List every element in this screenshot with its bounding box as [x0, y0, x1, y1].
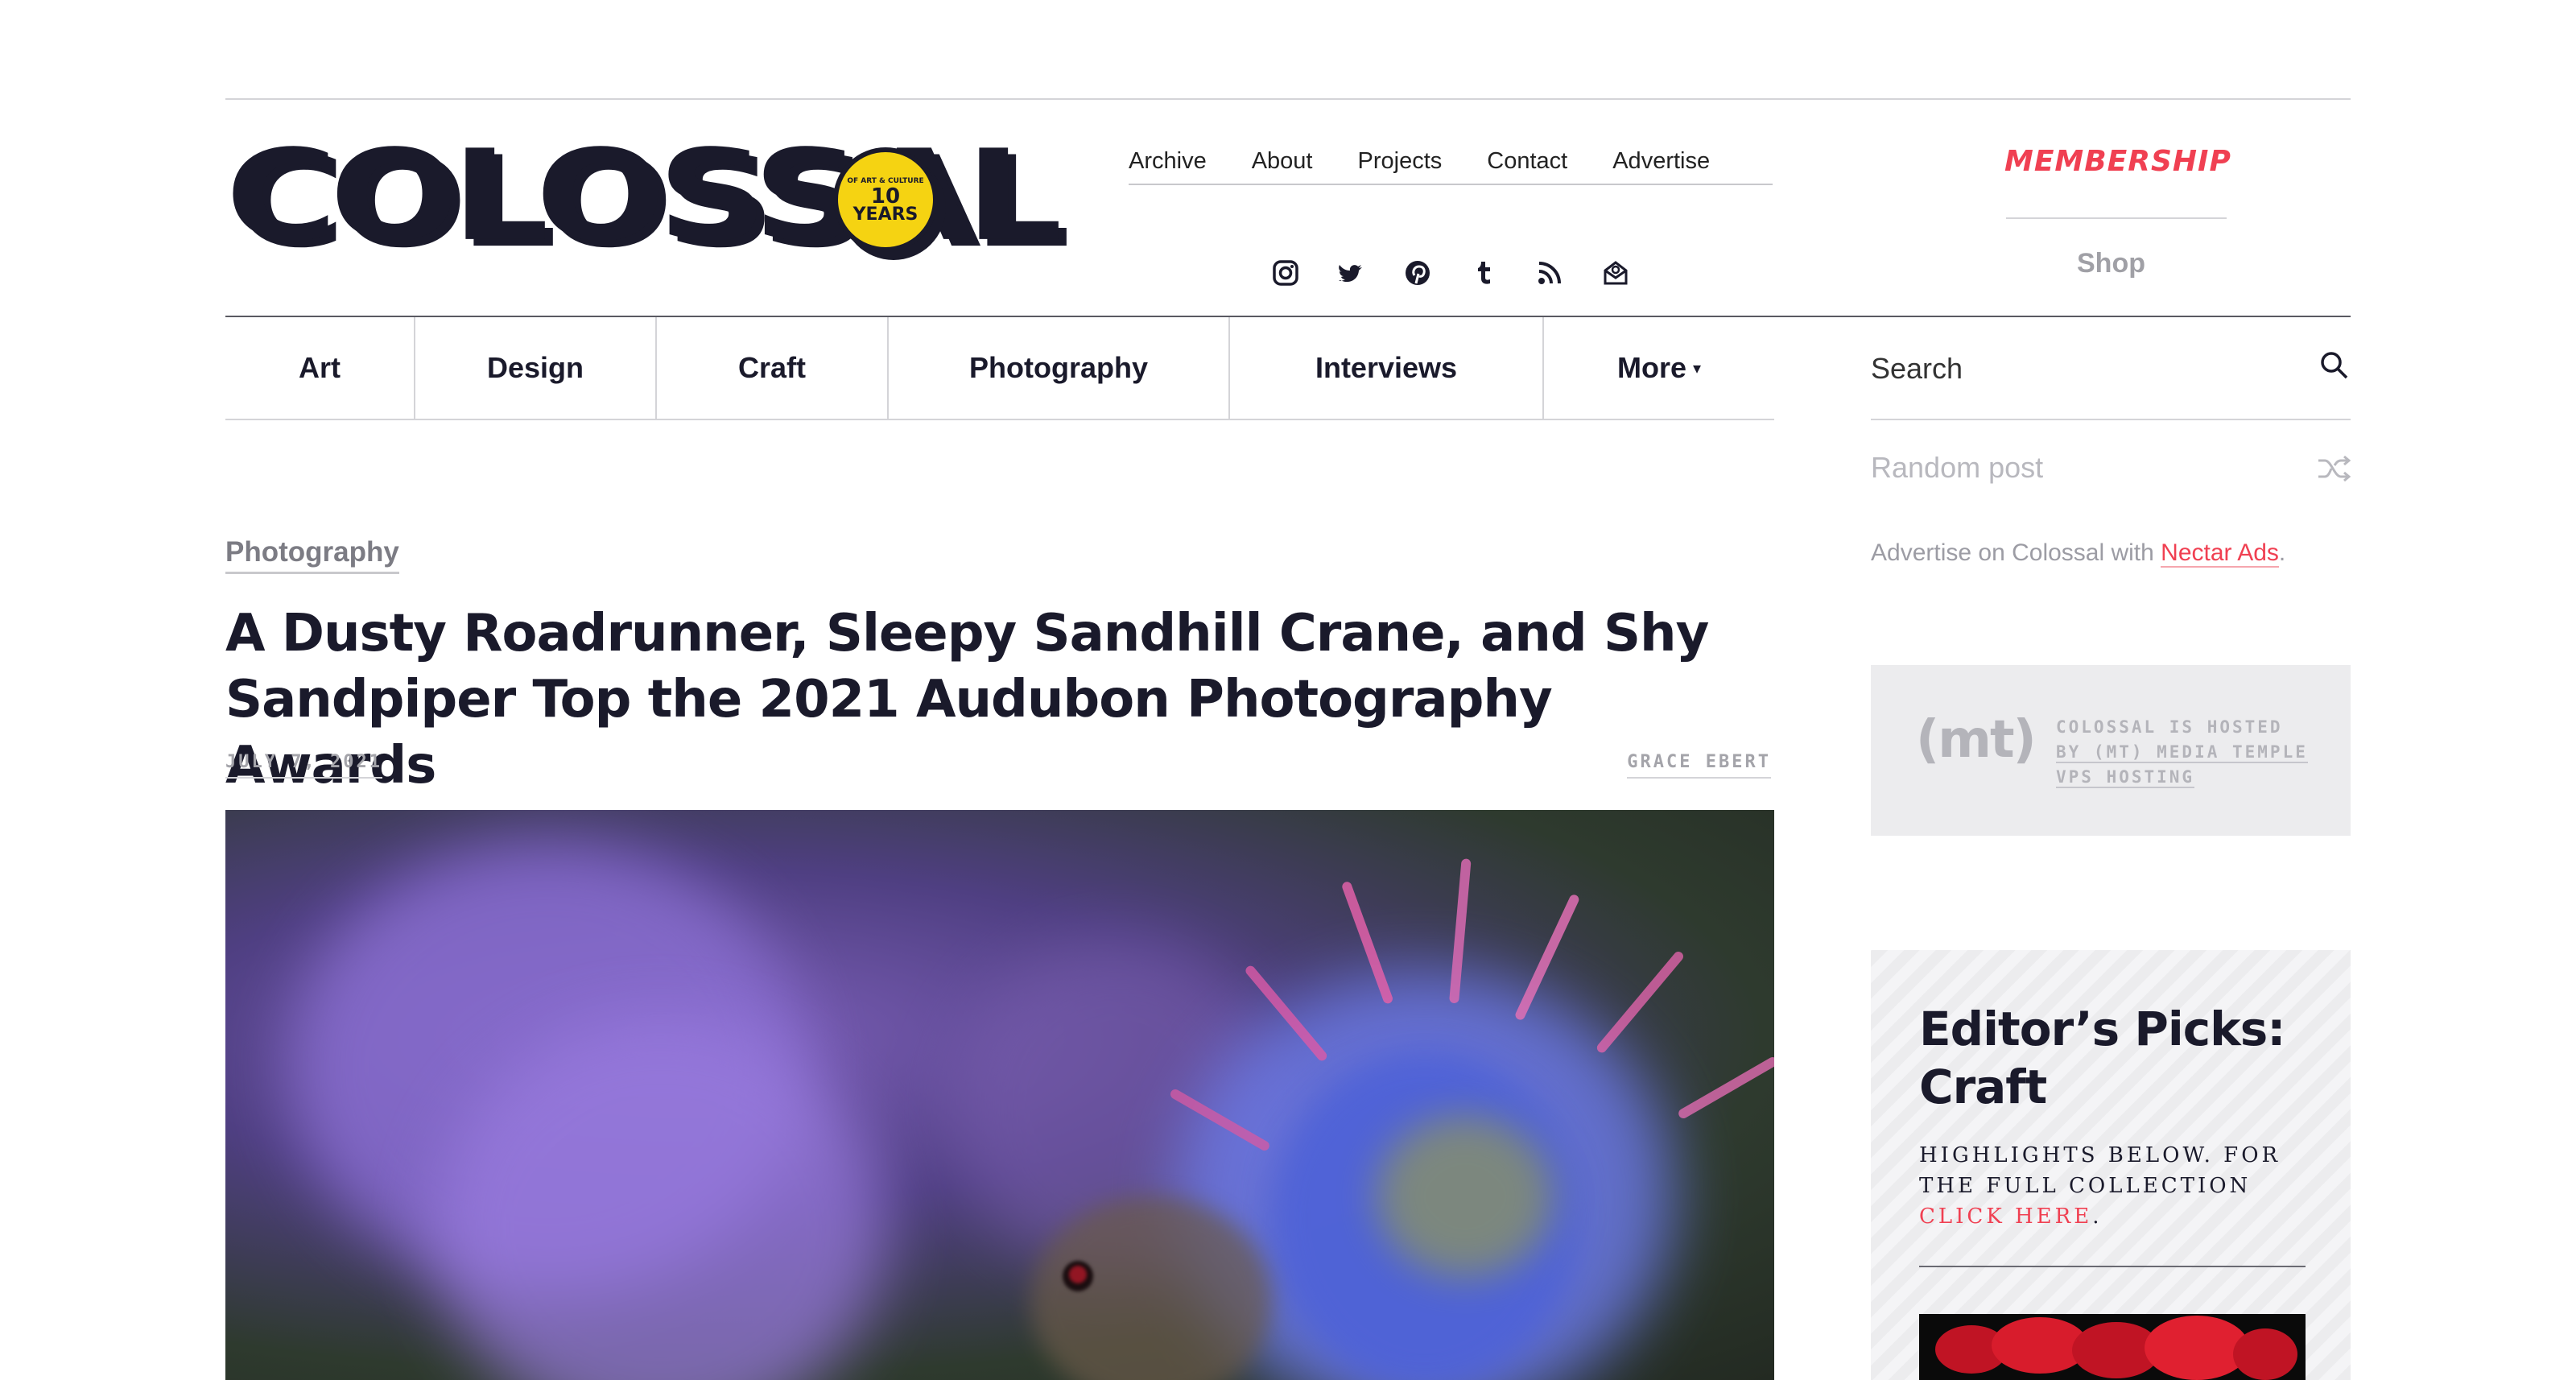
pinterest-icon[interactable]	[1404, 259, 1431, 287]
category-more[interactable]: More ▾	[1544, 317, 1774, 419]
nectar-ads-link[interactable]: Nectar Ads	[2161, 539, 2279, 568]
editors-picks-thumbnail[interactable]	[1919, 1314, 2306, 1380]
category-more-label: More	[1616, 351, 1686, 384]
category-design[interactable]: Design	[415, 317, 657, 419]
editors-picks-click-here[interactable]: CLICK HERE	[1919, 1204, 2092, 1229]
rss-icon[interactable]	[1536, 259, 1563, 287]
editors-picks-subtitle: HIGHLIGHTS BELOW. FOR THE FULL COLLECTIO…	[1919, 1140, 2306, 1232]
random-post-label: Random post	[1871, 451, 2044, 484]
hosting-ad[interactable]: (mt) COLOSSAL IS HOSTED BY (MT) MEDIA TE…	[1871, 665, 2351, 836]
instagram-icon[interactable]	[1272, 259, 1299, 287]
badge-years: YEARS	[852, 205, 919, 225]
search-icon[interactable]	[2318, 349, 2351, 382]
editors-picks-panel: Editor’s Picks: Craft HIGHLIGHTS BELOW. …	[1871, 950, 2351, 1380]
category-interviews[interactable]: Interviews	[1230, 317, 1544, 419]
advertise-suffix: .	[2278, 539, 2286, 566]
search-box	[1871, 317, 2351, 420]
nav-contact[interactable]: Contact	[1487, 142, 1567, 184]
article-hero-image	[225, 810, 1774, 1380]
twitter-icon[interactable]	[1338, 259, 1365, 287]
newsletter-icon[interactable]	[1602, 259, 1629, 287]
site-logo[interactable]: COLOSSAL OF ART & CULTURE 10 YEARS	[225, 133, 1063, 272]
media-temple-logo: (mt)	[1916, 710, 2037, 770]
hosting-line-3: VPS HOSTING	[2056, 765, 2314, 790]
category-art[interactable]: Art	[225, 317, 415, 419]
caret-down-icon: ▾	[1692, 359, 1702, 378]
hosting-line-2: BY (MT) MEDIA TEMPLE	[2056, 740, 2314, 765]
advertise-note: Advertise on Colossal with Nectar Ads.	[1871, 539, 2286, 568]
top-nav: Archive About Projects Contact Advertise	[1129, 142, 1773, 185]
social-links	[1272, 259, 1629, 287]
membership-link[interactable]: MEMBERSHIP	[2004, 145, 2231, 178]
shuffle-icon	[2317, 454, 2351, 483]
editors-picks-title: Editor’s Picks: Craft	[1919, 1002, 2285, 1114]
editors-picks-subtitle-text: HIGHLIGHTS BELOW. FOR THE FULL COLLECTIO…	[1919, 1143, 2281, 1198]
shop-link[interactable]: Shop	[2077, 248, 2145, 279]
header-top-rule	[225, 98, 2351, 100]
anniversary-badge: OF ART & CULTURE 10 YEARS	[833, 147, 938, 252]
random-post-link[interactable]: Random post	[1871, 420, 2351, 520]
nav-about[interactable]: About	[1252, 142, 1313, 184]
article-category[interactable]: Photography	[225, 536, 399, 574]
tumblr-icon[interactable]	[1470, 259, 1497, 287]
search-input[interactable]	[1871, 346, 2289, 391]
nav-projects[interactable]: Projects	[1358, 142, 1443, 184]
article-author[interactable]: GRACE EBERT	[1627, 752, 1771, 779]
editors-picks-suffix: .	[2092, 1204, 2103, 1229]
nav-archive[interactable]: Archive	[1129, 142, 1207, 184]
hosting-text: COLOSSAL IS HOSTED BY (MT) MEDIA TEMPLE …	[2056, 715, 2314, 790]
category-photography[interactable]: Photography	[889, 317, 1230, 419]
hosting-link-1: BY (MT) MEDIA TEMPLE	[2056, 742, 2308, 763]
category-nav: Art Design Craft Photography Interviews …	[225, 317, 1774, 420]
hosting-line-1: COLOSSAL IS HOSTED	[2056, 717, 2283, 737]
article-title[interactable]: A Dusty Roadrunner, Sleepy Sandhill Cran…	[225, 601, 1771, 799]
badge-number: 10	[870, 184, 901, 209]
editors-picks-divider	[1919, 1266, 2306, 1267]
advertise-prefix: Advertise on Colossal with	[1871, 539, 2161, 566]
membership-divider	[2006, 217, 2227, 219]
article-date: JULY 7, 2021	[225, 752, 382, 779]
hosting-link-2: VPS HOSTING	[2056, 767, 2195, 788]
nav-advertise[interactable]: Advertise	[1612, 142, 1710, 184]
category-craft[interactable]: Craft	[657, 317, 889, 419]
